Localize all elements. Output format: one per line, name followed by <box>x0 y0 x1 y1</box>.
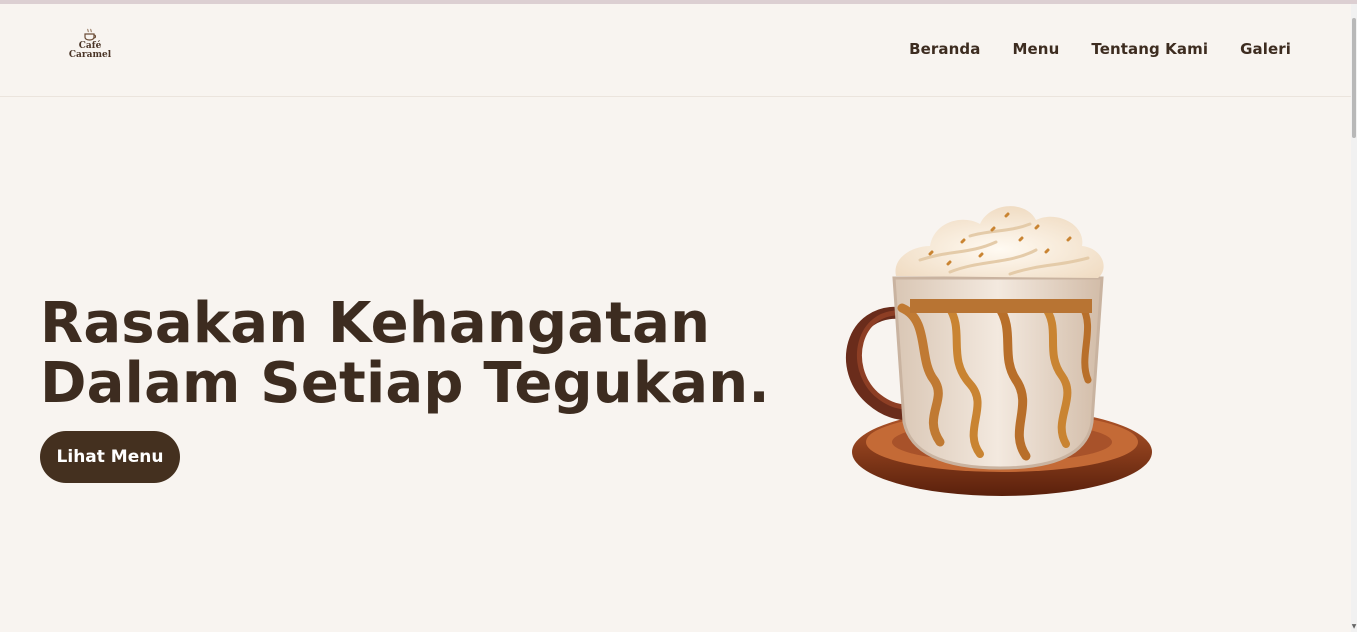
coffee-cup-icon <box>84 28 97 41</box>
hero-title: Rasakan Kehangatan Dalam Setiap Tegukan. <box>40 294 770 414</box>
page-scrollbar[interactable]: ▼ <box>1351 4 1357 632</box>
caramel-latte-cup-illustration <box>845 206 1152 496</box>
nav-link-menu[interactable]: Menu <box>1013 40 1060 58</box>
nav-link-galeri[interactable]: Galeri <box>1240 40 1291 58</box>
brand-name-line2: Caramel <box>68 50 112 60</box>
navbar: Café Caramel Beranda Menu Tentang Kami G… <box>0 4 1351 97</box>
hero-title-line1: Rasakan Kehangatan <box>40 291 711 356</box>
scrollbar-thumb[interactable] <box>1352 18 1356 138</box>
brand-logo[interactable]: Café Caramel <box>64 28 116 74</box>
caramel-latte-cup-image <box>830 180 1160 510</box>
view-menu-button[interactable]: Lihat Menu <box>40 431 180 483</box>
main-nav: Beranda Menu Tentang Kami Galeri <box>909 40 1291 58</box>
hero-title-line2: Dalam Setiap Tegukan. <box>40 351 770 416</box>
nav-link-tentang-kami[interactable]: Tentang Kami <box>1091 40 1208 58</box>
nav-link-beranda[interactable]: Beranda <box>909 40 980 58</box>
scroll-down-arrow-icon[interactable]: ▼ <box>1351 624 1357 630</box>
